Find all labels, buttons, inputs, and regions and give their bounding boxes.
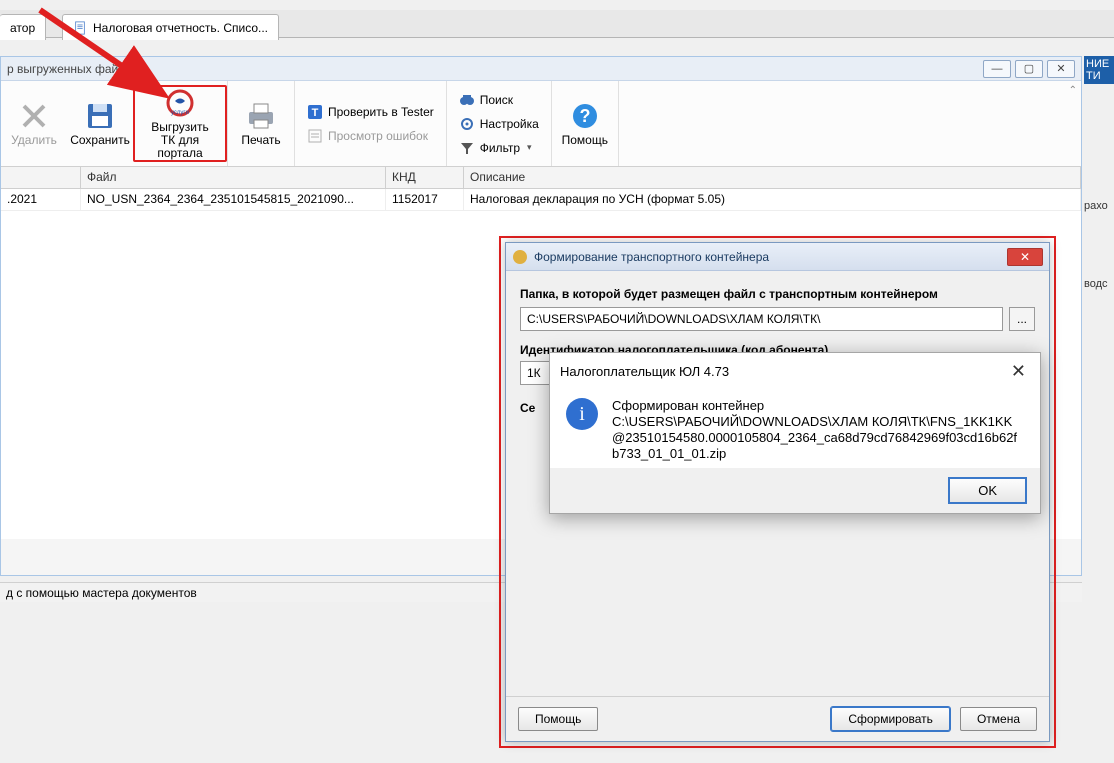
msg-close-button[interactable]: ✕ (1007, 361, 1030, 382)
dialog-title: Формирование транспортного контейнера (534, 250, 769, 264)
gear-icon (459, 116, 475, 132)
table-row[interactable]: .2021 NO_USN_2364_2364_235101545815_2021… (1, 189, 1081, 211)
tool-label: Печать (241, 134, 280, 147)
msg-title: Налогоплательщик ЮЛ 4.73 (560, 364, 729, 379)
tool-label: Просмотр ошибок (328, 129, 428, 143)
right-fragment: водс (1084, 278, 1114, 290)
tester-icon: T (307, 104, 323, 120)
export-tk-button[interactable]: услуги Выгрузить ТК для портала (133, 85, 227, 162)
tool-label: Проверить в Tester (328, 105, 434, 119)
folder-path-input[interactable] (520, 307, 1003, 331)
tool-label: Настройка (480, 117, 539, 131)
tool-label: Сохранить (70, 134, 130, 147)
app-icon (512, 249, 528, 265)
printer-icon (245, 100, 277, 132)
svg-text:T: T (312, 107, 319, 119)
msg-box: Налогоплательщик ЮЛ 4.73 ✕ i Сформирован… (549, 352, 1041, 514)
check-tester-button[interactable]: T Проверить в Tester (303, 101, 438, 123)
col-file[interactable]: Файл (81, 167, 386, 188)
document-icon (73, 21, 87, 35)
window-titlebar: р выгруженных файлов — ▢ ✕ ⌃ (1, 57, 1081, 81)
tab-bar: атор Налоговая отчетность. Списо... (0, 10, 1114, 38)
tool-label: Удалить (11, 134, 57, 147)
ok-button[interactable]: OK (949, 478, 1026, 503)
gosuslugi-icon: услуги (164, 87, 196, 119)
delete-icon (18, 100, 50, 132)
toolbar: Удалить Сохранить услуги Выгрузить ТК дл… (1, 81, 1081, 167)
dialog-close-button[interactable]: ✕ (1007, 248, 1043, 266)
cell-desc: Налоговая декларация по УСН (формат 5.05… (464, 189, 1081, 210)
tool-label: Фильтр (480, 141, 520, 155)
right-fragment: рахо (1084, 200, 1114, 212)
chevron-up-icon[interactable]: ⌃ (1069, 85, 1077, 96)
folder-label: Папка, в которой будет размещен файл с т… (520, 287, 1035, 301)
form-button[interactable]: Сформировать (831, 707, 950, 731)
cell-file: NO_USN_2364_2364_235101545815_2021090... (81, 189, 386, 210)
cell-knd: 1152017 (386, 189, 464, 210)
svg-text:услуги: услуги (171, 110, 189, 116)
msg-line2: C:\USERS\РАБОЧИЙ\DOWNLOADS\ХЛАМ КОЛЯ\ТК\… (612, 414, 1024, 462)
help-icon: ? (569, 100, 601, 132)
view-errors-button[interactable]: Просмотр ошибок (303, 125, 438, 147)
save-icon (84, 100, 116, 132)
tab-label: Налоговая отчетность. Списо... (93, 21, 268, 35)
tab-tax-report[interactable]: Налоговая отчетность. Списо... (62, 14, 279, 40)
save-button[interactable]: Сохранить (67, 85, 133, 162)
errors-icon (307, 128, 323, 144)
settings-button[interactable]: Настройка (455, 113, 543, 135)
minimize-button[interactable]: — (983, 60, 1011, 78)
msg-text: Сформирован контейнер C:\USERS\РАБОЧИЙ\D… (612, 398, 1024, 462)
right-fragment: НИЕ ТИ (1084, 56, 1114, 84)
window-title: р выгруженных файлов (7, 62, 138, 76)
print-button[interactable]: Печать (228, 85, 294, 162)
tab-navigator[interactable]: атор (0, 14, 46, 40)
dialog-help-button[interactable]: Помощь (518, 707, 598, 731)
tab-label: атор (10, 21, 35, 35)
dialog-titlebar: Формирование транспортного контейнера ✕ (506, 243, 1049, 271)
msg-line1: Сформирован контейнер (612, 398, 1024, 414)
cancel-button[interactable]: Отмена (960, 707, 1037, 731)
tool-label: Помощь (562, 134, 608, 147)
tool-label: Выгрузить ТК для портала (139, 121, 221, 160)
browse-button[interactable]: ... (1009, 307, 1035, 331)
window-controls: — ▢ ✕ (983, 60, 1075, 78)
col-knd[interactable]: КНД (386, 167, 464, 188)
grid-header: Файл КНД Описание (1, 167, 1081, 189)
status-text: д с помощью мастера документов (6, 586, 197, 600)
delete-button[interactable]: Удалить (1, 85, 67, 162)
col-desc[interactable]: Описание (464, 167, 1081, 188)
close-button[interactable]: ✕ (1047, 60, 1075, 78)
cell-date: .2021 (1, 189, 81, 210)
binoculars-icon (459, 92, 475, 108)
filter-button[interactable]: Фильтр ▾ (455, 137, 543, 159)
col-date[interactable] (1, 167, 81, 188)
info-icon: i (566, 398, 598, 430)
chevron-down-icon: ▾ (527, 142, 532, 153)
tool-label: Поиск (480, 93, 513, 107)
msg-titlebar: Налогоплательщик ЮЛ 4.73 ✕ (550, 353, 1040, 388)
funnel-icon (459, 140, 475, 156)
search-button[interactable]: Поиск (455, 89, 543, 111)
help-button[interactable]: ? Помощь (552, 85, 618, 162)
maximize-button[interactable]: ▢ (1015, 60, 1043, 78)
svg-text:?: ? (579, 106, 590, 126)
dialog-footer: Помощь Сформировать Отмена (506, 696, 1049, 741)
